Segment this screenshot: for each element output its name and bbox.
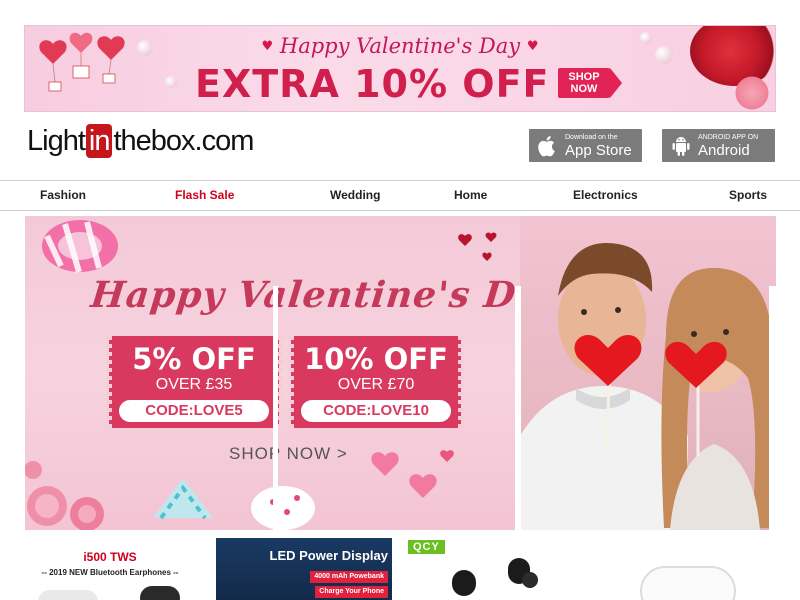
hero-title: Happy Valentine's Day (88, 274, 565, 316)
product-card-led-power-display[interactable]: LED Power Display 4000 mAh Powebank Char… (216, 538, 392, 600)
banner-title: ♥ Happy Valentine's Day ♥ (261, 34, 539, 58)
coupon-threshold: OVER £35 (155, 376, 233, 393)
nav-item-electronics[interactable]: Electronics (573, 188, 638, 202)
airpods-case-image (640, 566, 736, 600)
android-small-label: ANDROID APP ON (698, 133, 759, 141)
android-label: Android (698, 141, 750, 159)
product-title: i500 TWS (83, 550, 137, 564)
nav-item-wedding[interactable]: Wedding (330, 188, 380, 202)
couple-illustration (520, 243, 776, 530)
coupon-love10[interactable]: 10% OFF OVER £70 CODE:LOVE10 (288, 336, 464, 428)
coupon-percent: 5% OFF (132, 342, 256, 376)
qcy-logo: QCY (408, 540, 445, 554)
earbud-case-image (38, 590, 98, 600)
pearl-decoration (165, 76, 177, 88)
apple-icon (535, 133, 561, 159)
coupon-threshold: OVER £70 (337, 376, 415, 393)
product-strip: i500 TWS -- 2019 NEW Bluetooth Earphones… (0, 538, 800, 600)
divider (769, 286, 776, 530)
coupon-percent: 10% OFF (304, 342, 448, 376)
app-store-button[interactable]: Download on the App Store (529, 129, 642, 162)
category-nav: Fashion Flash Sale Wedding Home Electron… (0, 180, 800, 211)
android-app-button[interactable]: ANDROID APP ON Android (662, 129, 775, 162)
floating-hearts-decoration (371, 450, 454, 498)
site-header: Light in thebox.com Download on the App St… (0, 112, 800, 180)
earbud-case-image (140, 586, 180, 600)
banner-headline: EXTRA 10% OFF (195, 62, 550, 106)
shop-now-arrow-icon (610, 68, 622, 98)
valentine-promo-banner[interactable]: ♥ Happy Valentine's Day ♥ EXTRA 10% OFF … (24, 25, 776, 112)
rose-icon (730, 74, 774, 111)
roses-decoration (25, 461, 104, 530)
valentine-hero-banner[interactable]: Happy Valentine's Day 5% OFF OVER £35 CO… (25, 216, 776, 530)
product-subtitle: -- 2019 NEW Bluetooth Earphones -- (41, 568, 179, 577)
product-card-wireless-earbuds[interactable] (620, 538, 770, 600)
coupon-code: CODE:LOVE5 (119, 400, 269, 422)
shop-now-button[interactable]: SHOP NOW (558, 68, 610, 98)
product-card-i500-tws[interactable]: i500 TWS -- 2019 NEW Bluetooth Earphones… (30, 538, 190, 600)
nav-item-home[interactable]: Home (454, 188, 487, 202)
earbud-image (522, 572, 538, 588)
nav-item-flash-sale[interactable]: Flash Sale (175, 188, 234, 202)
app-store-label: App Store (565, 141, 632, 159)
divider (515, 286, 521, 530)
coupon-code: CODE:LOVE10 (301, 400, 451, 422)
product-title: LED Power Display (269, 548, 388, 563)
couple-photo (520, 216, 776, 530)
nav-item-sports[interactable]: Sports (729, 188, 767, 202)
product-tag: 4000 mAh Powebank (310, 571, 388, 583)
earbud-image (452, 570, 476, 596)
product-tag: Charge Your Phone (315, 586, 388, 598)
nav-item-fashion[interactable]: Fashion (40, 188, 86, 202)
product-card-qcy[interactable]: QCY (408, 538, 568, 600)
candy-letters-bottom-decoration (153, 478, 315, 530)
coupon-love5[interactable]: 5% OFF OVER £35 CODE:LOVE5 (106, 336, 282, 428)
android-icon (668, 133, 694, 159)
app-store-small-label: Download on the (565, 133, 618, 141)
small-hearts-decoration (458, 232, 497, 261)
lightinthebox-logo[interactable]: Light in thebox.com (27, 124, 254, 158)
hero-shop-now-link[interactable]: SHOP NOW > (229, 444, 348, 464)
divider (273, 286, 278, 530)
